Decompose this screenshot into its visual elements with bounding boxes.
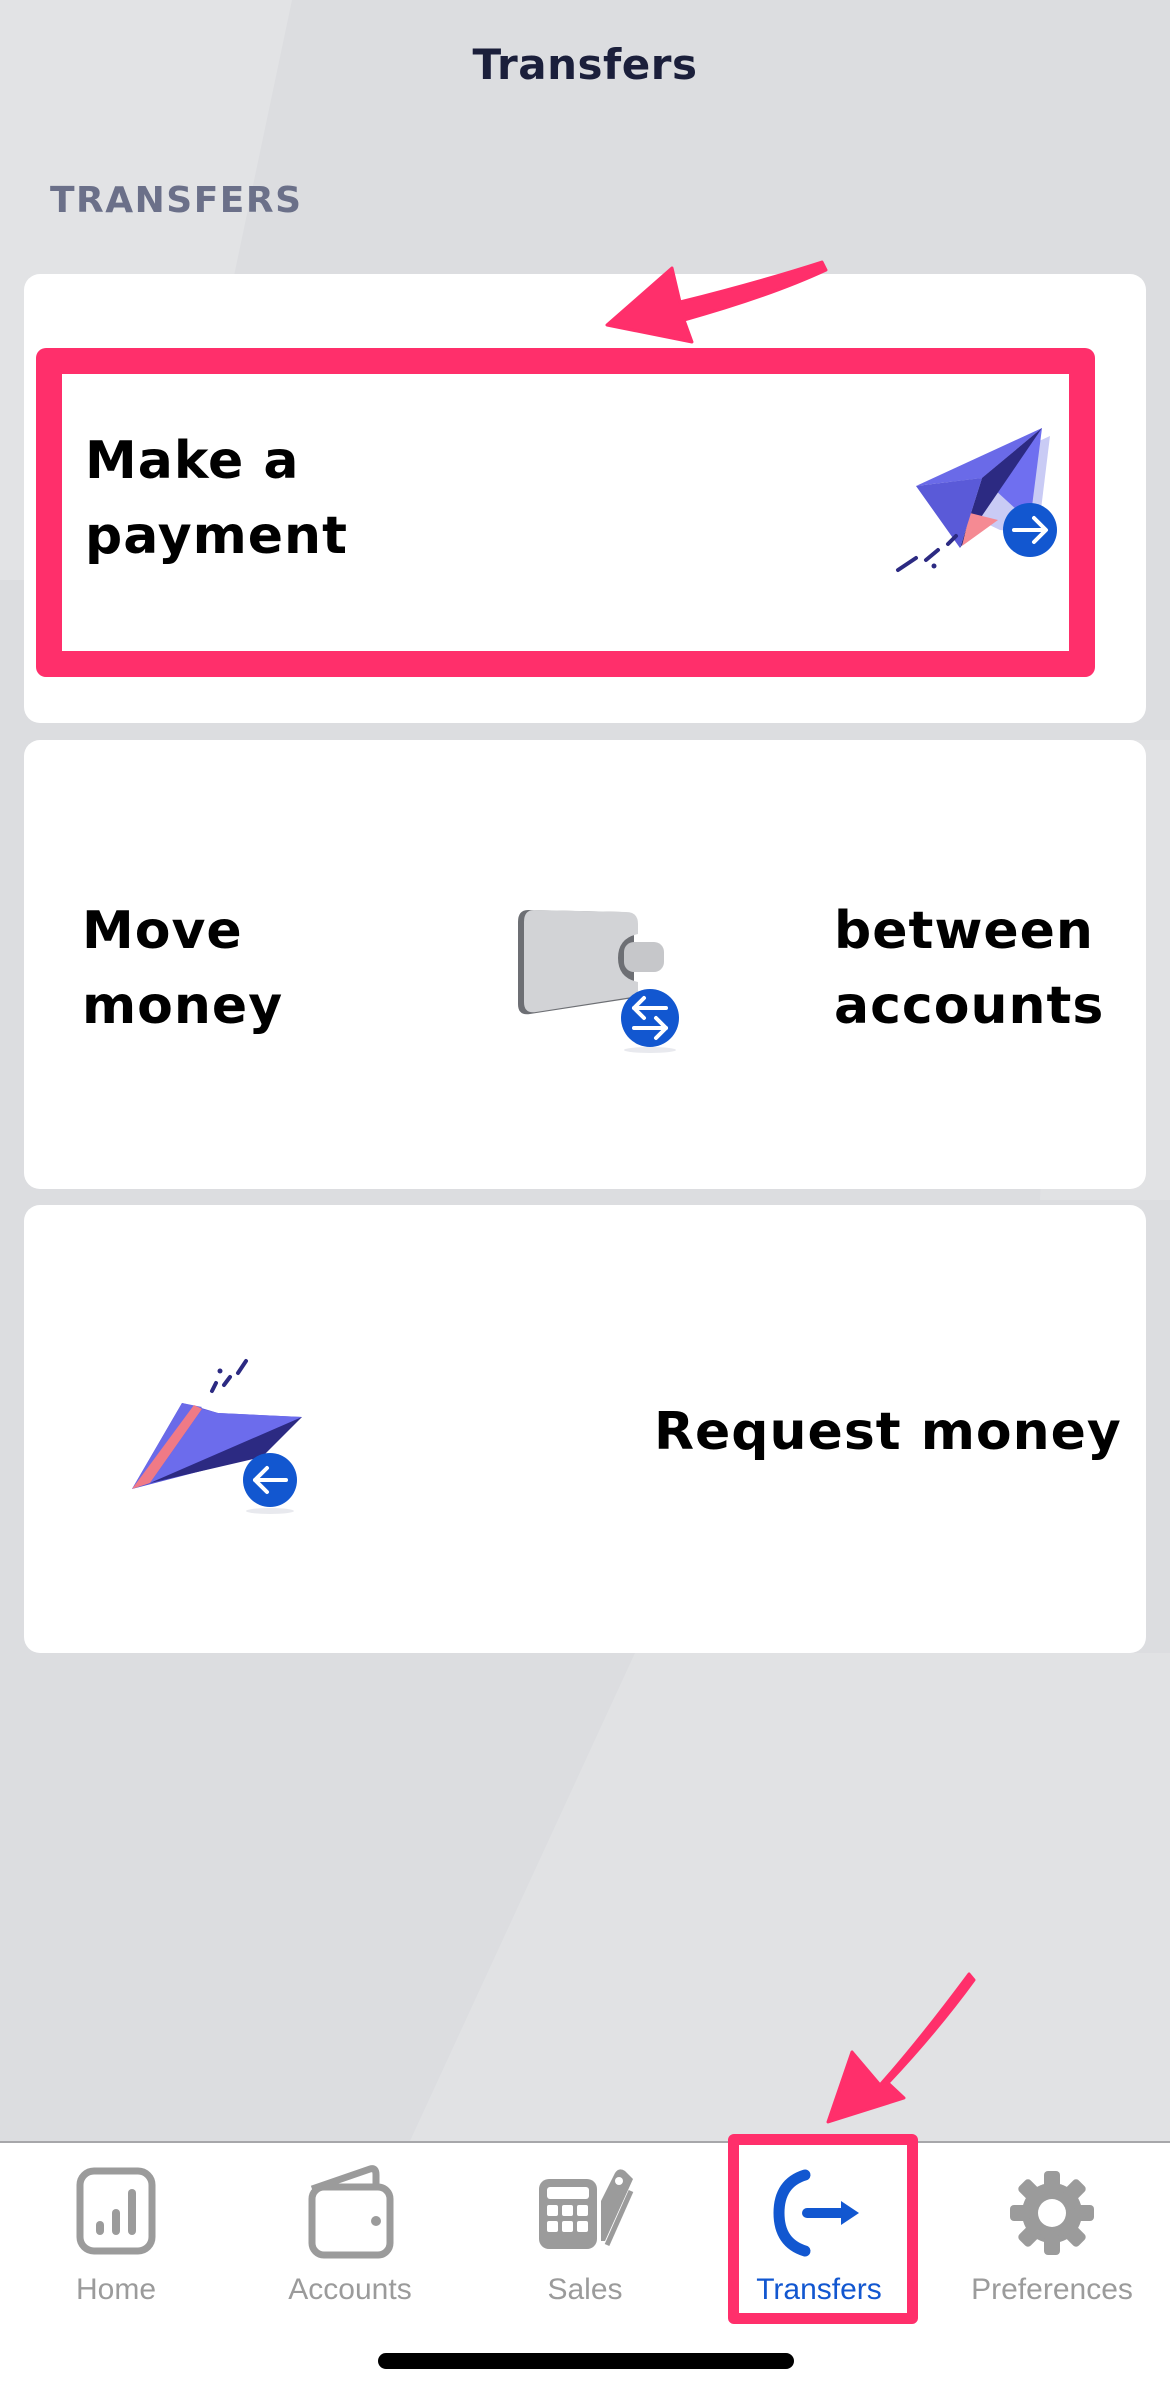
tab-sales-label: Sales [547, 2273, 623, 2306]
tab-home[interactable]: Home [16, 2157, 216, 2327]
transfer-arrow-icon [773, 2169, 859, 2257]
move-money-card[interactable]: Move money between accounts [24, 740, 1146, 1189]
move-money-line2: money [82, 976, 284, 1036]
calculator-card-icon [539, 2169, 634, 2249]
move-money-left-label: Move money [82, 894, 283, 1044]
make-payment-line2: payment [85, 506, 348, 566]
paper-plane-send-icon [896, 428, 1057, 572]
tab-preferences[interactable]: Preferences [952, 2157, 1152, 2327]
section-label: TRANSFERS [50, 180, 303, 221]
tab-transfers-label: Transfers [756, 2273, 882, 2306]
tab-preferences-label: Preferences [971, 2273, 1133, 2306]
between-line: between [834, 901, 1094, 961]
request-money-card[interactable]: Request money [24, 1205, 1146, 1653]
move-money-line1: Move [82, 901, 243, 961]
make-payment-card[interactable]: Make a payment [24, 274, 1146, 723]
make-payment-line1: Make a [85, 431, 300, 491]
tab-sales[interactable]: Sales [485, 2157, 685, 2327]
wallet-transfer-icon [518, 910, 679, 1053]
tab-accounts[interactable]: Accounts [250, 2157, 450, 2327]
tab-transfers[interactable]: Transfers [719, 2157, 919, 2327]
chart-icon [76, 2167, 156, 2255]
tab-home-label: Home [75, 2273, 157, 2306]
bottom-annotation-arrow [826, 1972, 976, 2124]
home-indicator[interactable] [378, 2353, 794, 2369]
wallet-icon [308, 2165, 394, 2259]
tab-accounts-label: Accounts [288, 2273, 412, 2306]
move-money-right-label: between accounts [834, 894, 1104, 1044]
accounts-line: accounts [834, 976, 1105, 1036]
request-money-label: Request money [654, 1402, 1122, 1462]
make-payment-label: Make a payment [85, 424, 348, 574]
page-title: Transfers [472, 40, 698, 89]
paper-plane-receive-icon [132, 1359, 302, 1514]
gear-icon [1010, 2171, 1094, 2255]
